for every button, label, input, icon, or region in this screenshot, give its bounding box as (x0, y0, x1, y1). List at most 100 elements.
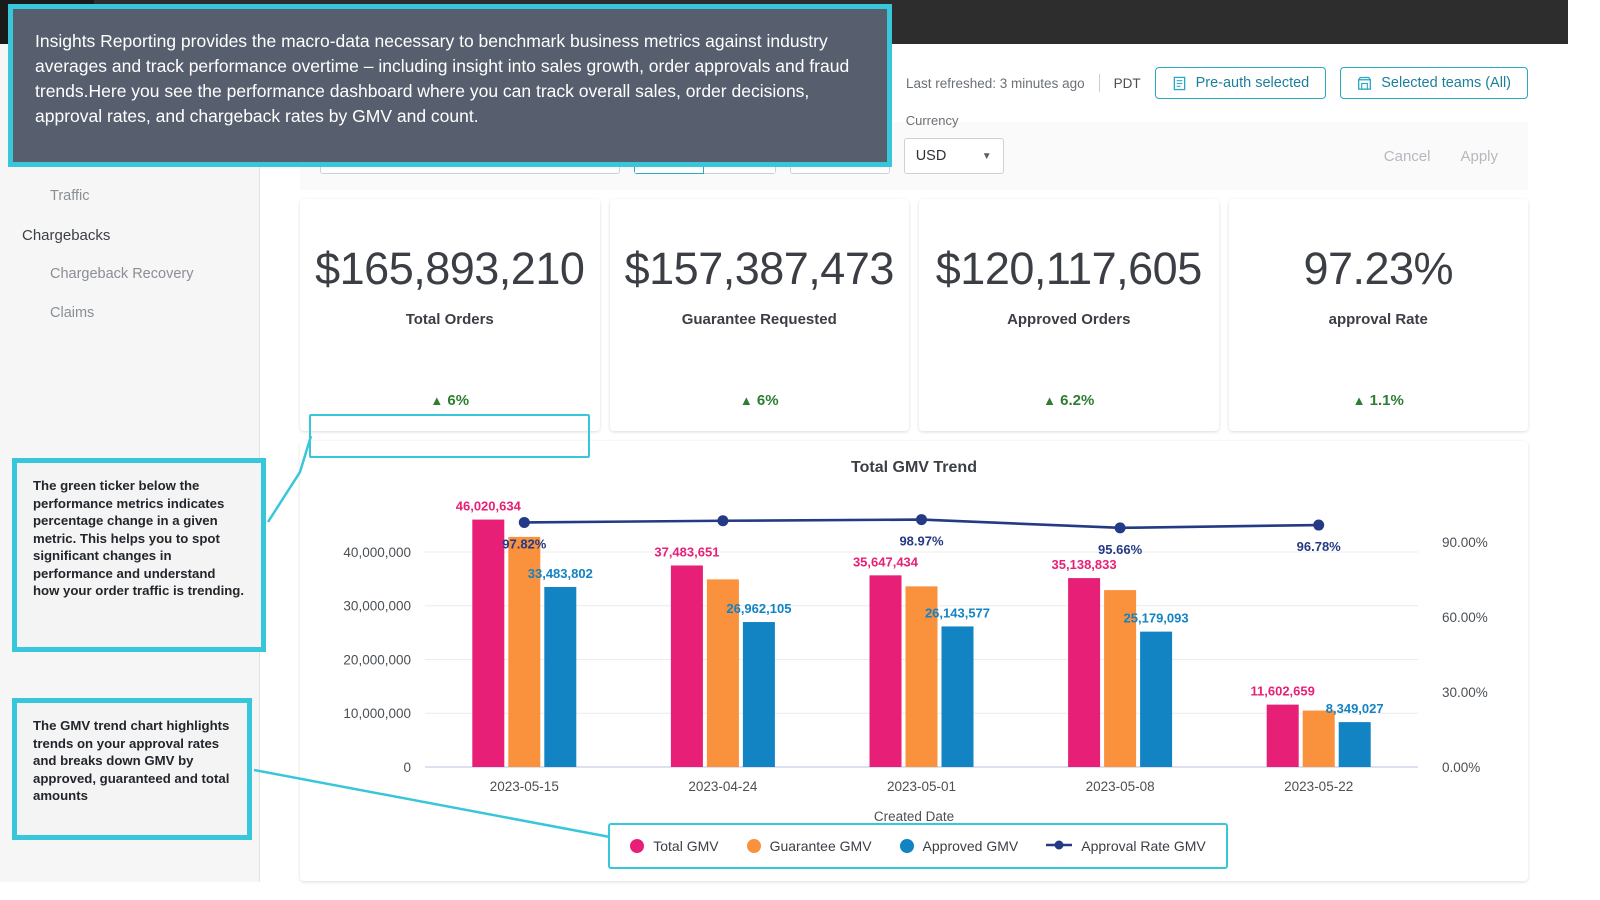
legend-swatch-icon (900, 839, 914, 853)
main-tooltip-overlay: Insights Reporting provides the macro-da… (8, 4, 892, 167)
svg-text:26,962,105: 26,962,105 (726, 601, 791, 616)
triangle-up-icon: ▲ (430, 393, 443, 408)
triangle-up-icon: ▲ (1353, 393, 1366, 408)
pre-auth-button-label: Pre-auth selected (1196, 75, 1310, 91)
svg-text:10,000,000: 10,000,000 (343, 706, 411, 721)
svg-text:95.66%: 95.66% (1098, 542, 1143, 557)
main-content: Last refreshed: 3 minutes ago PDT Pre-au… (260, 44, 1568, 900)
svg-text:2023-05-08: 2023-05-08 (1086, 779, 1155, 794)
callout-text: The GMV trend chart highlights trends on… (33, 717, 231, 805)
kpi-card-approved-orders: $120,117,605 Approved Orders ▲ 6.2% (919, 199, 1219, 431)
selected-teams-button-label: Selected teams (All) (1381, 75, 1511, 91)
kpi-card-guarantee-requested: $157,387,473 Guarantee Requested ▲ 6% (610, 199, 910, 431)
svg-text:0: 0 (403, 760, 411, 775)
store-icon (1357, 76, 1372, 91)
triangle-up-icon: ▲ (740, 393, 753, 408)
svg-text:30,000,000: 30,000,000 (343, 599, 411, 614)
svg-text:90.00%: 90.00% (1442, 535, 1488, 550)
legend-swatch-icon (747, 839, 761, 853)
legend-item-approval-rate-gmv[interactable]: Approval Rate GMV (1046, 838, 1206, 854)
kpi-delta-value: 6% (447, 392, 469, 409)
sidebar-item-label: Chargeback Recovery (50, 266, 193, 282)
legend-label: Total GMV (653, 838, 718, 854)
document-icon (1172, 76, 1187, 91)
timezone-label: PDT (1114, 76, 1141, 91)
svg-text:60.00%: 60.00% (1442, 610, 1488, 625)
sidebar-item-label: Traffic (50, 188, 89, 204)
kpi-delta: ▲ 6.2% (919, 392, 1219, 409)
chart-plot-area: 0 10,000,000 20,000,000 30,000,000 40,000,00… (300, 477, 1528, 807)
legend-label: Approved GMV (923, 838, 1019, 854)
sidebar-group-label: Chargebacks (22, 227, 110, 244)
legend-item-total-gmv[interactable]: Total GMV (630, 838, 718, 854)
legend-item-guarantee-gmv[interactable]: Guarantee GMV (747, 838, 872, 854)
svg-text:2023-04-24: 2023-04-24 (688, 779, 758, 794)
kpi-value: $165,893,210 (315, 243, 584, 295)
gmv-trend-chart-card: Total GMV Trend 0 10,000,000 20,000,000 30,… (300, 441, 1528, 881)
svg-text:97.82%: 97.82% (502, 536, 547, 551)
currency-value: USD (916, 148, 947, 164)
svg-text:8,349,027: 8,349,027 (1326, 701, 1384, 716)
kpi-label: Guarantee Requested (682, 311, 837, 328)
svg-text:40,000,000: 40,000,000 (343, 545, 411, 560)
svg-text:46,020,634: 46,020,634 (456, 499, 522, 514)
pre-auth-selected-button[interactable]: Pre-auth selected (1155, 67, 1327, 99)
kpi-delta-value: 6% (757, 392, 779, 409)
kpi-value: $120,117,605 (936, 243, 1202, 295)
kpi-value: 97.23% (1303, 243, 1453, 295)
callout-text: The green ticker below the performance m… (33, 477, 245, 600)
kpi-label: approval Rate (1329, 311, 1428, 328)
svg-text:26,143,577: 26,143,577 (925, 605, 990, 620)
svg-text:2023-05-15: 2023-05-15 (490, 779, 559, 794)
kpi-delta: ▲ 1.1% (1229, 392, 1529, 409)
currency-select[interactable]: USD ▼ (904, 138, 1004, 174)
selected-teams-button[interactable]: Selected teams (All) (1340, 67, 1528, 99)
divider (1099, 74, 1100, 92)
legend-line-marker-icon (1046, 838, 1072, 854)
svg-text:30.00%: 30.00% (1442, 685, 1488, 700)
svg-text:96.78%: 96.78% (1297, 539, 1342, 554)
svg-text:0.00%: 0.00% (1442, 760, 1480, 775)
kpi-label: Total Orders (406, 311, 494, 328)
svg-text:35,138,833: 35,138,833 (1052, 557, 1117, 572)
svg-text:2023-05-22: 2023-05-22 (1284, 779, 1353, 794)
legend-label: Guarantee GMV (770, 838, 872, 854)
triangle-up-icon: ▲ (1043, 393, 1056, 408)
kpi-card-approval-rate: 97.23% approval Rate ▲ 1.1% (1229, 199, 1529, 431)
callout-green-ticker: The green ticker below the performance m… (12, 458, 266, 652)
sidebar-item-label: Claims (50, 305, 94, 321)
svg-text:33,483,802: 33,483,802 (528, 566, 593, 581)
svg-text:20,000,000: 20,000,000 (343, 652, 411, 667)
main-tooltip-text: Insights Reporting provides the macro-da… (35, 29, 857, 129)
currency-select-wrapper: Currency USD ▼ (904, 138, 1004, 174)
sidebar-item-claims[interactable]: Claims (0, 294, 259, 333)
filter-actions: Cancel Apply (1384, 148, 1508, 165)
chart-legend: Total GMV Guarantee GMV Approved GMV (608, 823, 1228, 869)
chart-svg: 0 10,000,000 20,000,000 30,000,000 40,000,00… (300, 477, 1528, 807)
last-refreshed-text: Last refreshed: 3 minutes ago (906, 76, 1085, 91)
currency-label: Currency (906, 113, 959, 128)
apply-button[interactable]: Apply (1460, 148, 1498, 165)
app-root: Insights Orders Decision Center ▼ Develo… (0, 0, 1600, 900)
svg-text:25,179,093: 25,179,093 (1124, 611, 1189, 626)
svg-text:11,602,659: 11,602,659 (1251, 684, 1315, 699)
chevron-down-icon: ▼ (982, 151, 992, 162)
cancel-button[interactable]: Cancel (1384, 148, 1431, 165)
kpi-delta: ▲ 6% (610, 392, 910, 409)
svg-text:37,483,651: 37,483,651 (654, 544, 719, 559)
chart-x-axis-title: Created Date (300, 809, 1528, 824)
kpi-value: $157,387,473 (625, 243, 894, 295)
sidebar-group-chargebacks[interactable]: Chargebacks (0, 216, 259, 255)
legend-item-approved-gmv[interactable]: Approved GMV (900, 838, 1019, 854)
kpi-delta-value: 6.2% (1060, 392, 1094, 409)
kpi-delta-value: 1.1% (1370, 392, 1404, 409)
sidebar-item-chargeback-recovery[interactable]: Chargeback Recovery (0, 255, 259, 294)
chart-title: Total GMV Trend (300, 441, 1528, 477)
kpi-card-row: $165,893,210 Total Orders ▲ 6% $157,387,… (300, 199, 1528, 431)
legend-label: Approval Rate GMV (1081, 838, 1206, 854)
sidebar-item-traffic[interactable]: Traffic (0, 177, 259, 216)
callout-gmv-trend: The GMV trend chart highlights trends on… (12, 698, 252, 840)
kpi-card-total-orders: $165,893,210 Total Orders ▲ 6% (300, 199, 600, 431)
legend-swatch-icon (630, 839, 644, 853)
svg-text:98.97%: 98.97% (899, 534, 944, 549)
